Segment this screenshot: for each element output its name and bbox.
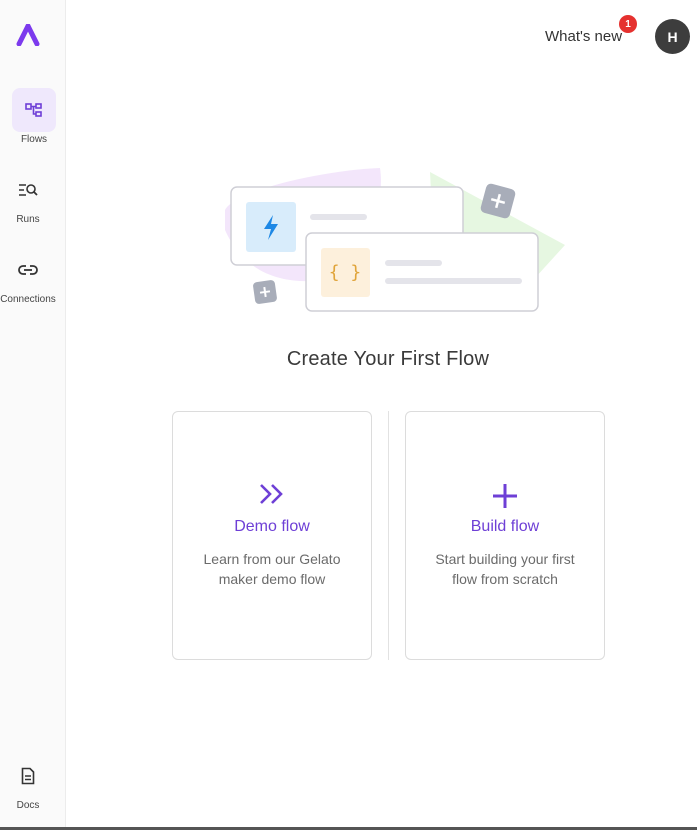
flows-icon bbox=[25, 103, 42, 117]
build-flow-title: Build flow bbox=[470, 518, 540, 535]
sidebar-item-label: Runs bbox=[16, 214, 40, 225]
sidebar: Flows Runs Connections Docs bbox=[0, 0, 66, 828]
demo-flow-title: Demo flow bbox=[234, 518, 310, 535]
sidebar-item-label: Connections bbox=[0, 294, 56, 305]
whats-new-link[interactable]: What's new bbox=[545, 28, 622, 45]
app-logo-icon[interactable] bbox=[16, 24, 40, 46]
sidebar-item-label: Docs bbox=[16, 800, 40, 811]
demo-flow-card[interactable]: Demo flow Learn from our Gelato maker de… bbox=[172, 411, 372, 660]
runs-icon bbox=[19, 184, 38, 196]
sidebar-item-flows[interactable]: Flows bbox=[6, 88, 62, 145]
link-icon bbox=[18, 265, 38, 275]
build-flow-card[interactable]: Build flow Start building your first flo… bbox=[405, 411, 605, 660]
sidebar-item-runs[interactable]: Runs bbox=[0, 168, 56, 225]
notification-badge: 1 bbox=[619, 15, 637, 33]
plus-icon bbox=[493, 484, 517, 508]
sidebar-item-connections[interactable]: Connections bbox=[0, 248, 56, 305]
sidebar-item-docs[interactable]: Docs bbox=[0, 754, 56, 811]
double-chevron-right-icon bbox=[260, 484, 283, 504]
build-flow-description: Start building your first flow from scra… bbox=[435, 551, 575, 587]
empty-state-illustration: { } bbox=[225, 168, 565, 312]
card-divider bbox=[388, 411, 389, 660]
sidebar-item-label: Flows bbox=[20, 134, 48, 145]
demo-flow-description: Learn from our Gelato maker demo flow bbox=[203, 551, 341, 587]
docs-icon bbox=[21, 767, 35, 785]
page-title: Create Your First Flow bbox=[286, 348, 490, 370]
svg-text:{ }: { } bbox=[329, 262, 362, 283]
avatar[interactable]: H bbox=[655, 19, 690, 54]
